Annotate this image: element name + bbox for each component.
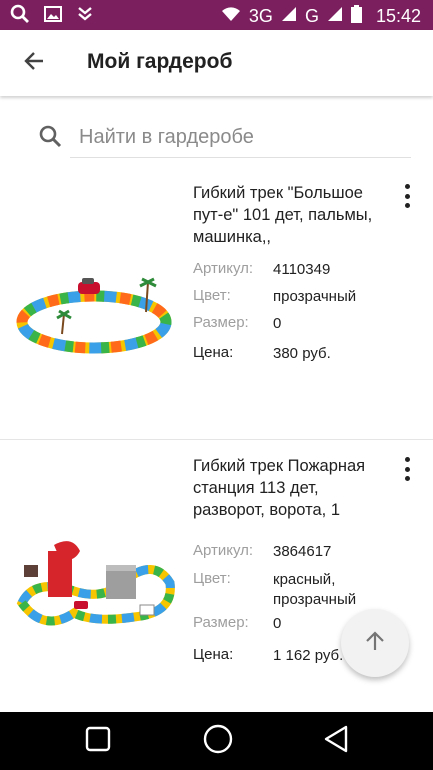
triangle-back-icon[interactable] bbox=[323, 725, 349, 758]
search-icon[interactable] bbox=[38, 124, 62, 153]
more-vert-icon[interactable] bbox=[397, 184, 417, 208]
app-bar: Мой гардероб bbox=[0, 30, 433, 96]
battery-icon bbox=[350, 5, 362, 28]
back-nav-button[interactable] bbox=[320, 725, 352, 757]
clock: 15:42 bbox=[375, 6, 421, 26]
color-label: Цвет: bbox=[193, 287, 231, 304]
download-icon bbox=[76, 5, 94, 28]
article-value: 4110349 bbox=[273, 261, 331, 278]
color-value: прозрачный bbox=[273, 288, 357, 305]
search-input[interactable] bbox=[70, 118, 411, 158]
price-value: 380 руб. bbox=[273, 345, 331, 362]
circle-icon[interactable] bbox=[203, 724, 233, 759]
network-type: 3G bbox=[248, 6, 273, 26]
product-image[interactable] bbox=[14, 533, 176, 641]
page-title: Мой гардероб bbox=[87, 50, 233, 73]
navigation-bar bbox=[0, 712, 433, 770]
article-value: 3864617 bbox=[273, 543, 332, 560]
article-label: Артикул: bbox=[193, 542, 254, 559]
product-title[interactable]: Гибкий трек Пожарная станция 113 дет, ра… bbox=[193, 455, 383, 521]
more-vert-icon[interactable] bbox=[397, 457, 417, 481]
product-card[interactable]: Гибкий трек "Большое пут-е" 101 дет, пал… bbox=[0, 168, 433, 440]
square-icon[interactable] bbox=[85, 726, 111, 757]
arrow-up-icon[interactable] bbox=[363, 629, 387, 658]
price-label: Цена: bbox=[193, 344, 234, 361]
size-label: Размер: bbox=[193, 614, 249, 631]
signal-icon bbox=[327, 6, 343, 27]
search-icon bbox=[10, 4, 30, 29]
back-button[interactable] bbox=[14, 46, 54, 80]
search-bar bbox=[0, 110, 433, 164]
article-label: Артикул: bbox=[193, 260, 254, 277]
color-label: Цвет: bbox=[193, 570, 231, 587]
scroll-to-top-button[interactable] bbox=[341, 609, 409, 677]
image-icon bbox=[44, 5, 62, 28]
network-type-2: G bbox=[304, 6, 319, 26]
status-bar: 3G G 15:42 bbox=[0, 0, 433, 30]
size-value: 0 bbox=[273, 315, 282, 332]
color-value: красный, прозрачный bbox=[273, 571, 357, 608]
home-button[interactable] bbox=[202, 724, 234, 759]
size-label: Размер: bbox=[193, 314, 249, 331]
product-image[interactable] bbox=[14, 260, 176, 368]
product-title[interactable]: Гибкий трек "Большое пут-е" 101 дет, пал… bbox=[193, 182, 383, 248]
recent-apps-button[interactable] bbox=[82, 725, 114, 757]
arrow-back-icon[interactable] bbox=[23, 50, 45, 77]
price-label: Цена: bbox=[193, 646, 234, 663]
wifi-icon bbox=[221, 6, 241, 27]
signal-icon bbox=[281, 6, 297, 27]
